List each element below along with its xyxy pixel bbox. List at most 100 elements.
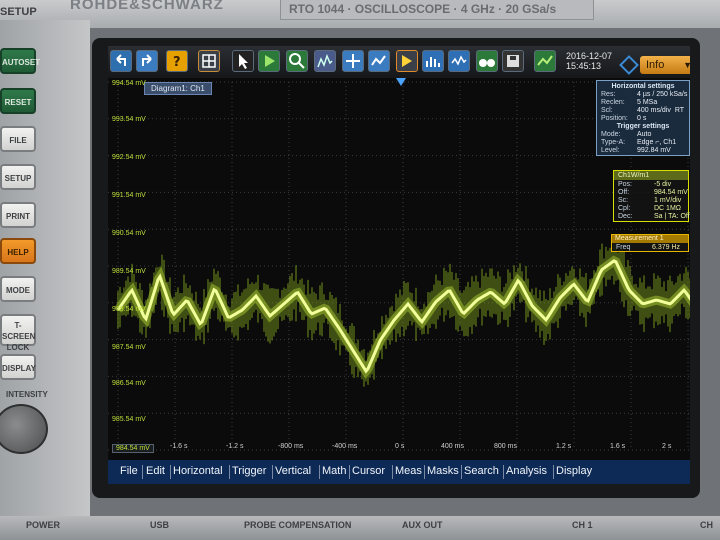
- x-tick-label: -400 ms: [332, 443, 358, 450]
- menu-file[interactable]: File: [120, 465, 138, 477]
- y-tick-label: 994.54 mV: [112, 80, 146, 87]
- menu-separator: [461, 465, 462, 479]
- diagram-tab[interactable]: Diagram1: Ch1: [144, 82, 212, 95]
- grid-icon[interactable]: [198, 50, 220, 72]
- x-tick-label: 0 s: [395, 443, 405, 450]
- x-tick-label: -1.2 s: [226, 443, 244, 450]
- mode-button[interactable]: MODE: [0, 276, 36, 302]
- y-tick-label: 990.54 mV: [112, 230, 146, 237]
- trigger-row: Type-A: Edge ⌐, Ch1: [601, 139, 677, 146]
- menu-search[interactable]: Search: [464, 465, 499, 477]
- y-tick-label: 986.54 mV: [112, 380, 146, 387]
- trigger-row: Mode: Auto: [601, 131, 652, 138]
- menu-masks[interactable]: Masks: [427, 465, 459, 477]
- setup-section-label: SETUP: [0, 6, 37, 18]
- help-icon[interactable]: ?: [166, 50, 188, 72]
- touchscreen-lock-button[interactable]: T-SCREEN LOCK: [0, 314, 36, 352]
- measurement-box-title: Measurement 1: [612, 235, 688, 243]
- cursor-icon[interactable]: [342, 50, 364, 72]
- channel-box-title: Ch1W/m1: [614, 171, 688, 180]
- horizontal-row: Position: 0 s: [601, 115, 647, 122]
- menu-separator: [170, 465, 171, 479]
- channel-row: Dec: Sa | TA: Off: [618, 213, 690, 220]
- y-tick-label: 989.54 mV: [112, 268, 146, 275]
- x-tick-label: -1.6 s: [170, 443, 188, 450]
- run-icon[interactable]: [258, 50, 280, 72]
- menu-bar: File Edit Horizontal Trigger Vertical Ma…: [108, 460, 690, 484]
- pointer-icon[interactable]: [232, 50, 254, 72]
- port-label-aux-out: AUX OUT: [402, 520, 443, 530]
- measurement-row: Freq 6.379 Hz: [616, 244, 681, 251]
- info-select[interactable]: Info ▼: [640, 56, 690, 74]
- measure-icon[interactable]: [368, 50, 390, 72]
- y-tick-label: 993.54 mV: [112, 116, 146, 123]
- horizontal-row: Res: 4 µs / 250 kSa/s: [601, 91, 688, 98]
- menu-trigger[interactable]: Trigger: [232, 465, 266, 477]
- menu-horizontal[interactable]: Horizontal: [173, 465, 223, 477]
- port-label-power: POWER: [26, 520, 61, 530]
- intensity-label: INTENSITY: [6, 390, 48, 399]
- y-tick-label: 992.54 mV: [112, 154, 146, 161]
- help-button[interactable]: HELP: [0, 238, 36, 264]
- toolbar: ? 2016-12-07 15:45:13 Info ▼: [108, 46, 690, 78]
- file-button[interactable]: FILE: [0, 126, 36, 152]
- print-button[interactable]: PRINT: [0, 202, 36, 228]
- channel-row: Sc: 1 mV/div: [618, 197, 682, 204]
- menu-cursor[interactable]: Cursor: [352, 465, 385, 477]
- remote-diamond-icon[interactable]: [619, 55, 639, 75]
- channel-row: Off: 984.54 mV: [618, 189, 688, 196]
- menu-separator: [349, 465, 350, 479]
- save-icon[interactable]: [502, 50, 524, 72]
- settings-info-panel[interactable]: Horizontal settings Res: 4 µs / 250 kSa/s…: [596, 80, 690, 156]
- mask-icon[interactable]: [448, 50, 470, 72]
- horizontal-settings-title: Horizontal settings: [611, 83, 675, 90]
- trigger-row: Level: 992.84 mV: [601, 147, 671, 154]
- menu-separator: [272, 465, 273, 479]
- model-label: RTO 1044 · OSCILLOSCOPE · 4 GHz · 20 GSa…: [280, 0, 594, 20]
- channel-row: Pos: -5 div: [618, 181, 672, 188]
- setup-button[interactable]: SETUP: [0, 164, 36, 190]
- undo-icon[interactable]: [110, 50, 132, 72]
- channel-info-box[interactable]: Ch1W/m1 Pos: -5 div Off: 984.54 mV Sc: 1 mV…: [613, 170, 690, 222]
- port-label-probe-compensation: PROBE COMPENSATION: [244, 520, 352, 530]
- menu-separator: [319, 465, 320, 479]
- reset-button[interactable]: RESET: [0, 88, 36, 114]
- menu-vertical[interactable]: Vertical: [275, 465, 311, 477]
- fft-icon[interactable]: [314, 50, 336, 72]
- menu-edit[interactable]: Edit: [146, 465, 165, 477]
- y-tick-label: 987.54 mV: [112, 344, 146, 351]
- display-button[interactable]: DISPLAY: [0, 354, 36, 380]
- horizontal-row: Scl: 400 ms/div RT: [601, 107, 685, 114]
- oscilloscope-screen: ? 2016-12-07 15:45:13 Info ▼ Diagram1: C…: [108, 46, 690, 484]
- date-text: 2016-12-07: [566, 51, 613, 61]
- port-label-ch1: CH 1: [572, 520, 593, 530]
- info-select-value: Info: [646, 59, 665, 71]
- menu-math[interactable]: Math: [322, 465, 346, 477]
- horizontal-row: Reclen: 5 MSa: [601, 99, 658, 106]
- date-time-display: 2016-12-07 15:45:13: [566, 51, 612, 71]
- device-bottom-bezel: [0, 516, 720, 540]
- measurement-value: 6.379 Hz: [652, 244, 681, 251]
- trigger-settings-title: Trigger settings: [616, 123, 670, 130]
- autoset-button[interactable]: AUTOSET: [0, 48, 40, 74]
- trigger-icon[interactable]: [396, 50, 418, 72]
- screenshot-icon[interactable]: [534, 50, 556, 72]
- brand-logo: ROHDE&SCHWARZ: [70, 0, 224, 13]
- y-tick-label: 985.54 mV: [112, 416, 146, 423]
- x-tick-label: 1.2 s: [556, 443, 572, 450]
- x-tick-label: 400 ms: [441, 443, 464, 450]
- redo-icon[interactable]: [136, 50, 158, 72]
- x-tick-label: -800 ms: [278, 443, 304, 450]
- port-label-ch: CH: [700, 520, 713, 530]
- measurement-box[interactable]: Measurement 1 Freq 6.379 Hz: [611, 234, 689, 252]
- histogram-icon[interactable]: [422, 50, 444, 72]
- binoculars-icon[interactable]: [476, 50, 498, 72]
- channel-row: Cpl: DC 1MΩ: [618, 205, 682, 212]
- menu-display[interactable]: Display: [556, 465, 592, 477]
- zoom-icon[interactable]: [286, 50, 308, 72]
- menu-meas[interactable]: Meas: [395, 465, 422, 477]
- menu-separator: [424, 465, 425, 479]
- menu-analysis[interactable]: Analysis: [506, 465, 547, 477]
- y-tick-label: 988.54 mV: [112, 306, 146, 313]
- y-tick-label: 991.54 mV: [112, 192, 146, 199]
